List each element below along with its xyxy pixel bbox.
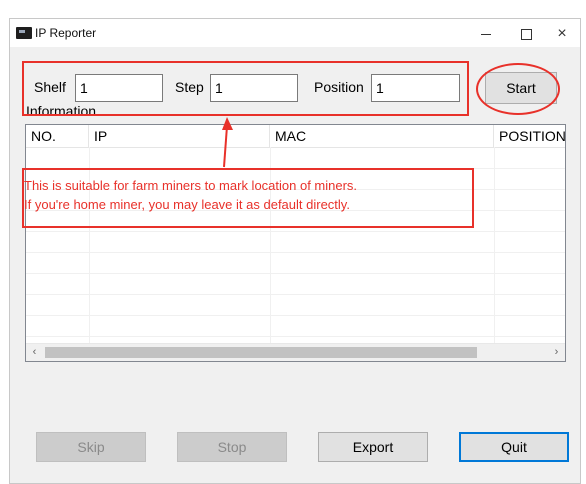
column-header-mac[interactable]: MAC	[270, 125, 494, 147]
grid-line	[26, 336, 565, 337]
maximize-button[interactable]	[506, 19, 546, 47]
column-header-no[interactable]: NO.	[26, 125, 89, 147]
fields-highlight-box	[22, 61, 469, 116]
annotation-line: This is suitable for farm miners to mark…	[24, 178, 358, 193]
grid-line	[26, 273, 565, 274]
start-highlight-ellipse	[476, 63, 560, 115]
scrollbar-thumb[interactable]	[45, 347, 477, 358]
grid-line	[26, 315, 565, 316]
stop-button[interactable]: Stop	[177, 432, 287, 462]
scroll-right-icon[interactable]: ›	[548, 344, 565, 361]
scroll-left-icon[interactable]: ‹	[26, 344, 43, 361]
grid-line	[26, 252, 565, 253]
grid-line	[494, 147, 495, 347]
grid-line	[26, 294, 565, 295]
list-header: NO. IP MAC POSITION	[26, 125, 565, 148]
annotation-line: If you're home miner, you may leave it a…	[24, 197, 350, 212]
close-button[interactable]: ×	[542, 19, 582, 47]
close-icon: ×	[557, 25, 567, 42]
horizontal-scrollbar[interactable]: ‹ ›	[26, 343, 565, 361]
grid-line	[26, 231, 565, 232]
quit-button[interactable]: Quit	[459, 432, 569, 462]
title-bar: IP Reporter ×	[10, 19, 580, 47]
app-icon	[16, 27, 32, 39]
information-list[interactable]: NO. IP MAC POSITION ‹ ›	[25, 124, 566, 362]
column-header-position[interactable]: POSITION	[494, 125, 565, 147]
window-title: IP Reporter	[35, 26, 97, 40]
skip-button[interactable]: Skip	[36, 432, 146, 462]
minimize-button[interactable]	[466, 19, 506, 47]
column-header-ip[interactable]: IP	[89, 125, 270, 147]
export-button[interactable]: Export	[318, 432, 428, 462]
minimize-icon	[481, 33, 491, 35]
annotation-note: This is suitable for farm miners to mark…	[24, 176, 474, 214]
maximize-icon	[520, 28, 532, 40]
